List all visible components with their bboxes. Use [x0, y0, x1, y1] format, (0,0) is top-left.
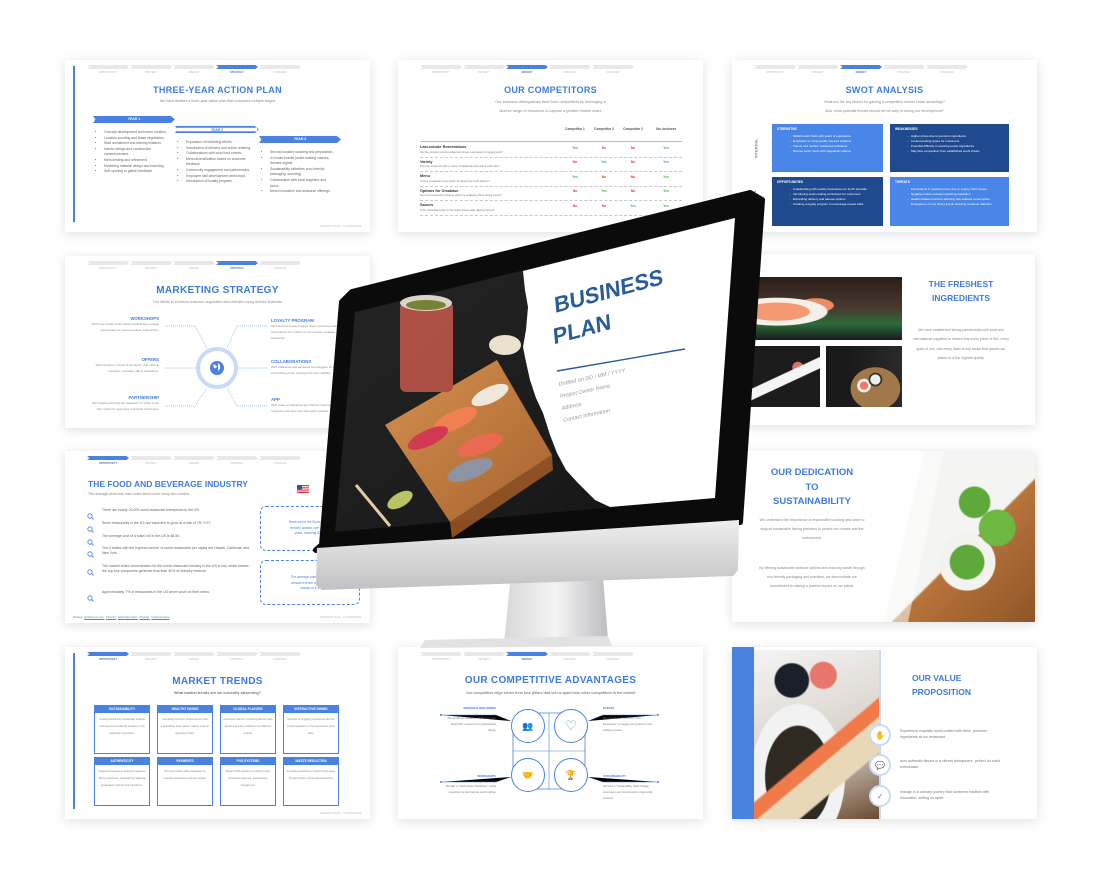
monitor-mockup: BUSINESS PLAN Drafted on DD / MM / YYYY … — [313, 190, 765, 648]
monitor-stand — [420, 577, 612, 648]
